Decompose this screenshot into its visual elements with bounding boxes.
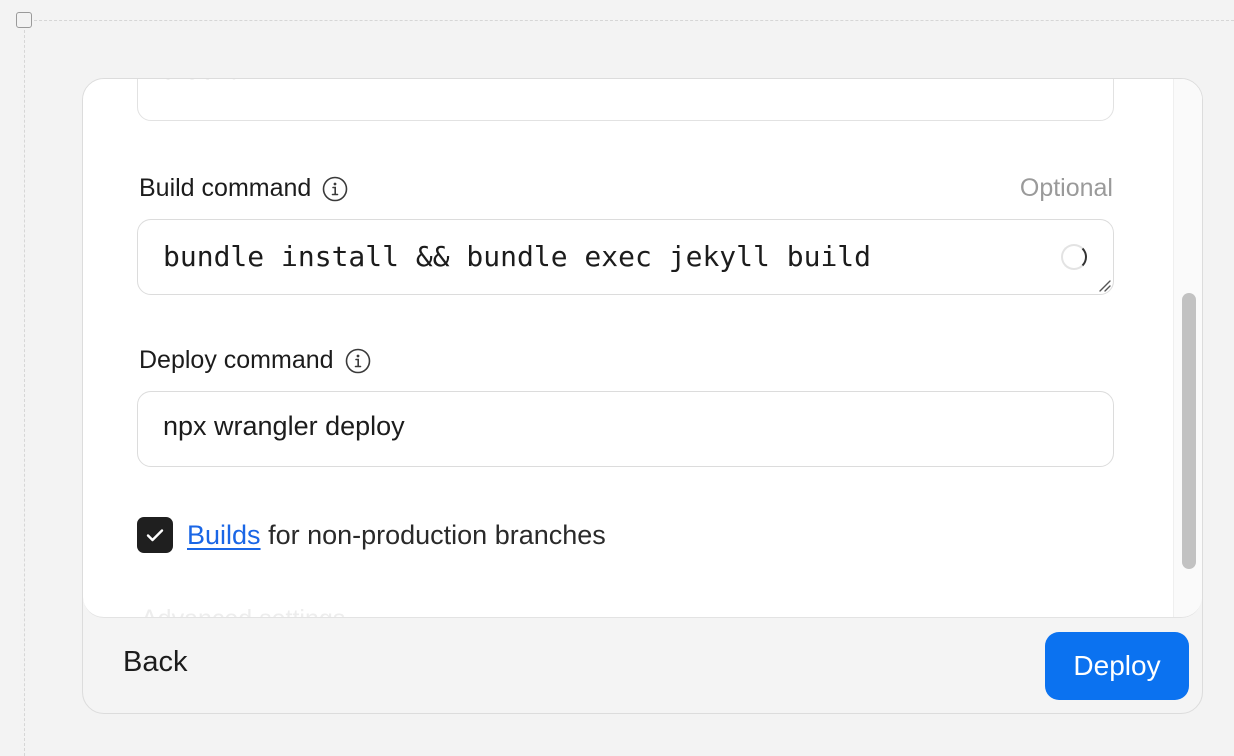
deploy-command-label-row: Deploy command: [139, 346, 371, 375]
non-production-checkbox[interactable]: [137, 517, 173, 553]
non-production-builds-row: Builds for non-production branches: [137, 517, 606, 553]
deploy-button[interactable]: Deploy: [1045, 632, 1189, 700]
scrollbar[interactable]: [1173, 79, 1202, 617]
info-icon[interactable]: [345, 348, 371, 374]
canvas-guide-horizontal: [24, 20, 1234, 21]
info-icon[interactable]: [322, 176, 348, 202]
resize-handle-icon[interactable]: [1097, 278, 1111, 292]
scrollbar-thumb[interactable]: [1182, 293, 1196, 569]
builds-link[interactable]: Builds: [187, 520, 261, 550]
back-button[interactable]: Back: [123, 646, 187, 679]
build-command-label: Build command: [139, 174, 312, 202]
form-scroll-area: thebird Build command Optional bundle in…: [83, 79, 1202, 618]
deploy-command-value: npx wrangler deploy: [163, 411, 405, 441]
deploy-command-input[interactable]: npx wrangler deploy: [137, 391, 1114, 467]
advanced-settings-heading: Advanced settings: [141, 605, 345, 617]
optional-hint: Optional: [1019, 174, 1113, 202]
spinner-icon: [1061, 244, 1087, 270]
build-command-input[interactable]: bundle install && bundle exec jekyll bui…: [137, 219, 1114, 295]
checkmark-icon: [146, 529, 164, 542]
build-command-value: bundle install && bundle exec jekyll bui…: [163, 240, 872, 273]
corner-handle[interactable]: [16, 12, 32, 28]
project-name-value: thebird: [163, 79, 243, 86]
project-name-field[interactable]: thebird: [137, 79, 1114, 121]
deploy-command-label: Deploy command: [139, 346, 334, 374]
non-production-label: Builds for non-production branches: [187, 520, 606, 551]
canvas-guide-vertical: [24, 20, 25, 756]
build-command-label-row: Build command: [139, 174, 348, 203]
non-production-text: for non-production branches: [268, 519, 606, 550]
